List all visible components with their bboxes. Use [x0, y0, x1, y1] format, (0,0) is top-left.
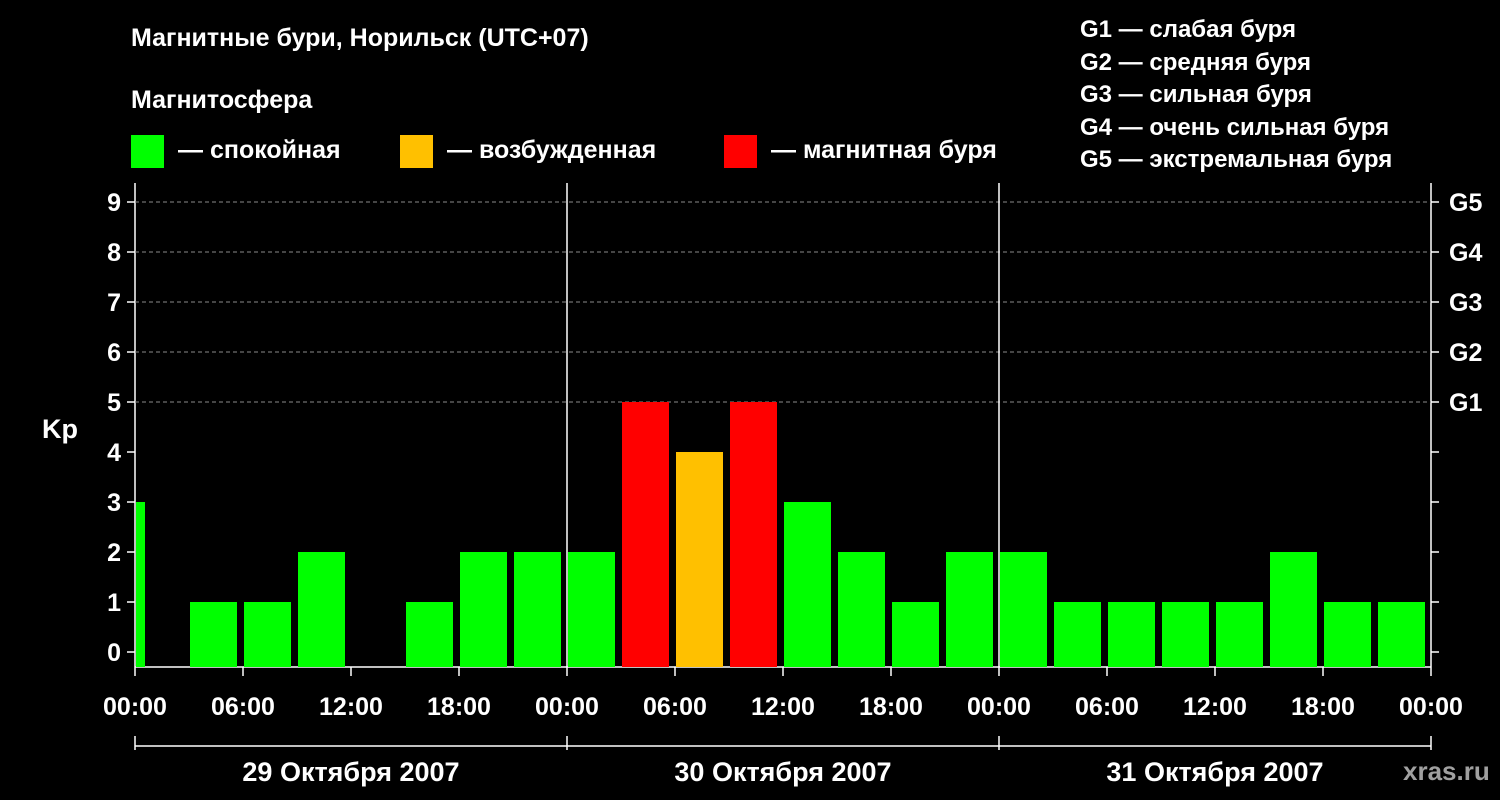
y-tick-label: 1: [107, 589, 121, 617]
y-tick-label: 4: [107, 439, 121, 467]
day-label: 29 Октября 2007: [242, 757, 459, 787]
storm-level-tick-label: G2: [1449, 339, 1482, 367]
day-label: 30 Октября 2007: [674, 757, 891, 787]
kp-bar: [136, 502, 145, 667]
y-tick-label: 5: [107, 389, 121, 417]
kp-bar: [514, 552, 561, 667]
kp-bar: [946, 552, 993, 667]
kp-bar: [622, 402, 669, 667]
x-tick-label: 12:00: [1183, 693, 1247, 721]
kp-bar: [568, 552, 615, 667]
x-tick-label: 06:00: [211, 693, 275, 721]
kp-bar: [244, 602, 291, 667]
x-tick-label: 00:00: [103, 693, 167, 721]
kp-bar: [892, 602, 939, 667]
y-tick-label: 3: [107, 489, 121, 517]
x-tick-label: 00:00: [967, 693, 1031, 721]
day-label: 31 Октября 2007: [1106, 757, 1323, 787]
y-tick-label: 8: [107, 239, 121, 267]
kp-bar: [298, 552, 345, 667]
storm-level-tick-label: G1: [1449, 389, 1482, 417]
kp-bar: [838, 552, 885, 667]
storm-level-tick-label: G5: [1449, 189, 1482, 217]
kp-bar: [730, 402, 777, 667]
watermark: xras.ru: [1403, 756, 1490, 786]
kp-bar: [1108, 602, 1155, 667]
kp-bar: [676, 452, 723, 667]
y-tick-label: 6: [107, 339, 121, 367]
kp-bar: [784, 502, 831, 667]
y-axis-label: Kp: [42, 414, 78, 444]
kp-bar: [190, 602, 237, 667]
storm-level-tick-label: G3: [1449, 289, 1482, 317]
x-tick-label: 06:00: [1075, 693, 1139, 721]
x-tick-label: 12:00: [751, 693, 815, 721]
kp-bar: [1378, 602, 1425, 667]
y-tick-label: 2: [107, 539, 121, 567]
x-tick-label: 18:00: [859, 693, 923, 721]
kp-bar: [1000, 552, 1047, 667]
kp-bar: [1324, 602, 1371, 667]
kp-bar: [1216, 602, 1263, 667]
kp-bar: [1162, 602, 1209, 667]
kp-bar: [1054, 602, 1101, 667]
kp-bar: [1270, 552, 1317, 667]
x-tick-label: 06:00: [643, 693, 707, 721]
x-tick-label: 18:00: [1291, 693, 1355, 721]
x-tick-label: 00:00: [1399, 693, 1463, 721]
x-tick-label: 12:00: [319, 693, 383, 721]
y-tick-label: 7: [107, 289, 121, 317]
kp-bar: [406, 602, 453, 667]
x-tick-label: 18:00: [427, 693, 491, 721]
kp-chart: 0 1 2 3 4 5 6 7 8 9 G1 G2 G3 G4 G5 Kp 00:00 06:00 12:00 18:…: [42, 183, 1482, 787]
y-tick-label: 0: [107, 639, 121, 667]
kp-bar: [460, 552, 507, 667]
storm-level-tick-label: G4: [1449, 239, 1482, 267]
x-tick-label: 00:00: [535, 693, 599, 721]
y-tick-label: 9: [107, 189, 121, 217]
